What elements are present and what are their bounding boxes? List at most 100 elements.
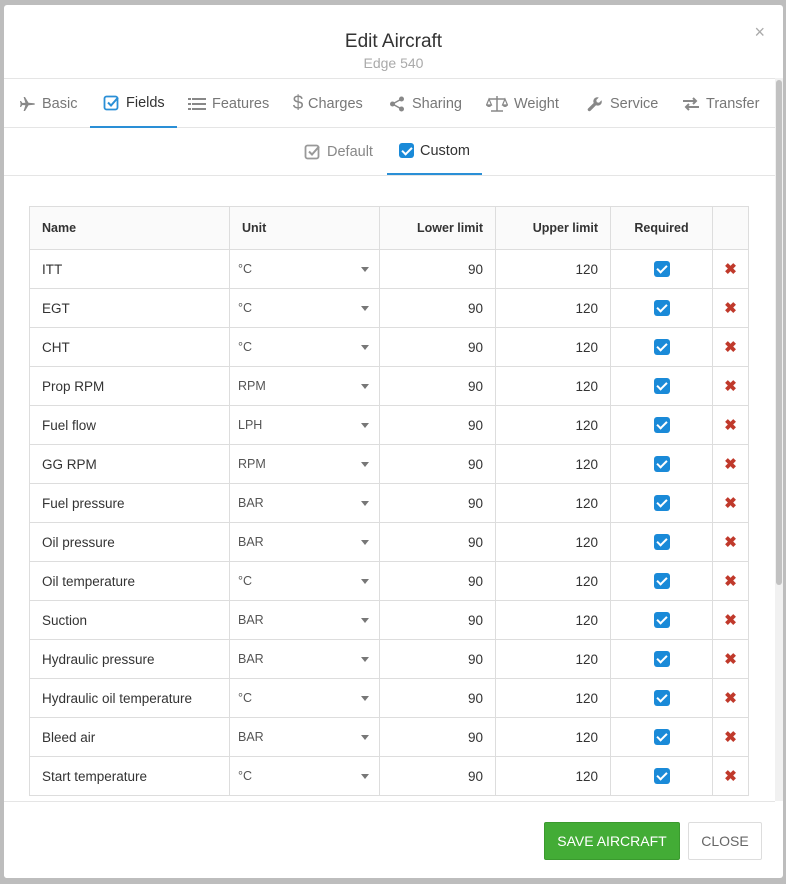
delete-icon[interactable]: ✖	[724, 494, 737, 512]
lower-limit-input[interactable]: 90	[379, 444, 496, 484]
subtab-custom[interactable]: Custom	[387, 128, 482, 175]
delete-icon[interactable]: ✖	[724, 260, 737, 278]
upper-limit-input[interactable]: 120	[495, 717, 611, 757]
lower-limit-input[interactable]: 90	[379, 678, 496, 718]
vertical-scrollbar[interactable]	[775, 78, 783, 801]
unit-select[interactable]: °C	[229, 561, 380, 601]
lower-limit-input[interactable]: 90	[379, 483, 496, 523]
delete-icon[interactable]: ✖	[724, 299, 737, 317]
upper-limit-input[interactable]: 120	[495, 561, 611, 601]
lower-limit-input[interactable]: 90	[379, 288, 496, 328]
required-checkbox[interactable]	[653, 261, 670, 278]
tab-fields[interactable]: Fields	[90, 79, 177, 128]
required-checkbox[interactable]	[653, 573, 670, 590]
upper-limit-input[interactable]: 120	[495, 327, 611, 367]
delete-icon[interactable]: ✖	[724, 611, 737, 629]
field-name-cell[interactable]: Suction	[29, 600, 230, 640]
delete-icon[interactable]: ✖	[724, 416, 737, 434]
tab-charges[interactable]: $ Charges	[292, 79, 363, 128]
lower-limit-input[interactable]: 90	[379, 522, 496, 562]
required-checkbox[interactable]	[653, 300, 670, 317]
field-name-cell[interactable]: EGT	[29, 288, 230, 328]
delete-icon[interactable]: ✖	[724, 650, 737, 668]
upper-limit-input[interactable]: 120	[495, 444, 611, 484]
field-name-cell[interactable]: Oil temperature	[29, 561, 230, 601]
delete-icon[interactable]: ✖	[724, 767, 737, 785]
lower-limit-input[interactable]: 90	[379, 717, 496, 757]
tab-weight[interactable]: Weight	[486, 79, 559, 128]
required-checkbox[interactable]	[653, 651, 670, 668]
required-checkbox[interactable]	[653, 339, 670, 356]
scrollbar-thumb[interactable]	[776, 80, 782, 585]
required-checkbox[interactable]	[653, 456, 670, 473]
tab-transfer[interactable]: Transfer	[682, 79, 759, 128]
upper-limit-input[interactable]: 120	[495, 249, 611, 289]
delete-icon[interactable]: ✖	[724, 455, 737, 473]
unit-select[interactable]: BAR	[229, 522, 380, 562]
subtab-default[interactable]: Default	[304, 128, 373, 175]
required-checkbox[interactable]	[653, 690, 670, 707]
upper-limit-input[interactable]: 120	[495, 600, 611, 640]
delete-icon[interactable]: ✖	[724, 572, 737, 590]
upper-limit-input[interactable]: 120	[495, 366, 611, 406]
unit-select[interactable]: °C	[229, 678, 380, 718]
field-name-cell[interactable]: Hydraulic pressure	[29, 639, 230, 679]
lower-limit-input[interactable]: 90	[379, 561, 496, 601]
unit-select[interactable]: RPM	[229, 366, 380, 406]
field-name-cell[interactable]: ITT	[29, 249, 230, 289]
required-checkbox[interactable]	[653, 495, 670, 512]
unit-select[interactable]: BAR	[229, 639, 380, 679]
field-name-cell[interactable]: Fuel flow	[29, 405, 230, 445]
lower-limit-input[interactable]: 90	[379, 600, 496, 640]
delete-icon[interactable]: ✖	[724, 728, 737, 746]
upper-limit-input[interactable]: 120	[495, 288, 611, 328]
field-name-cell[interactable]: Oil pressure	[29, 522, 230, 562]
upper-limit-input[interactable]: 120	[495, 639, 611, 679]
required-checkbox[interactable]	[653, 612, 670, 629]
lower-limit-input[interactable]: 90	[379, 366, 496, 406]
unit-select[interactable]: °C	[229, 327, 380, 367]
field-name-cell[interactable]: Fuel pressure	[29, 483, 230, 523]
required-checkbox[interactable]	[653, 378, 670, 395]
close-button[interactable]: CLOSE	[688, 822, 762, 860]
unit-select[interactable]: BAR	[229, 600, 380, 640]
upper-limit-input[interactable]: 120	[495, 756, 611, 796]
field-name-cell[interactable]: Start temperature	[29, 756, 230, 796]
delete-icon[interactable]: ✖	[724, 533, 737, 551]
upper-limit-input[interactable]: 120	[495, 522, 611, 562]
lower-limit-input[interactable]: 90	[379, 756, 496, 796]
required-checkbox[interactable]	[653, 534, 670, 551]
lower-limit-input[interactable]: 90	[379, 249, 496, 289]
tab-features[interactable]: Features	[188, 79, 269, 128]
required-checkbox[interactable]	[653, 768, 670, 785]
unit-select-value: BAR	[238, 652, 264, 666]
field-name-cell[interactable]: CHT	[29, 327, 230, 367]
unit-select[interactable]: BAR	[229, 717, 380, 757]
unit-select[interactable]: RPM	[229, 444, 380, 484]
field-name-cell[interactable]: Bleed air	[29, 717, 230, 757]
unit-select[interactable]: BAR	[229, 483, 380, 523]
save-aircraft-button[interactable]: SAVE AIRCRAFT	[544, 822, 680, 860]
tab-sharing[interactable]: Sharing	[388, 79, 462, 128]
field-name-cell[interactable]: GG RPM	[29, 444, 230, 484]
lower-limit-input[interactable]: 90	[379, 639, 496, 679]
upper-limit-input[interactable]: 120	[495, 483, 611, 523]
unit-select[interactable]: LPH	[229, 405, 380, 445]
required-checkbox[interactable]	[653, 729, 670, 746]
upper-limit-input[interactable]: 120	[495, 405, 611, 445]
unit-select[interactable]: °C	[229, 756, 380, 796]
unit-select[interactable]: °C	[229, 249, 380, 289]
lower-limit-input[interactable]: 90	[379, 327, 496, 367]
required-checkbox[interactable]	[653, 417, 670, 434]
unit-select[interactable]: °C	[229, 288, 380, 328]
upper-limit-input[interactable]: 120	[495, 678, 611, 718]
delete-icon[interactable]: ✖	[724, 338, 737, 356]
tab-basic[interactable]: Basic	[18, 79, 77, 128]
delete-icon[interactable]: ✖	[724, 377, 737, 395]
lower-limit-input[interactable]: 90	[379, 405, 496, 445]
fields-scroll-area[interactable]: Name Unit Lower limit Upper limit Requir…	[4, 177, 775, 801]
delete-icon[interactable]: ✖	[724, 689, 737, 707]
field-name-cell[interactable]: Hydraulic oil temperature	[29, 678, 230, 718]
tab-service[interactable]: Service	[586, 79, 658, 128]
field-name-cell[interactable]: Prop RPM	[29, 366, 230, 406]
